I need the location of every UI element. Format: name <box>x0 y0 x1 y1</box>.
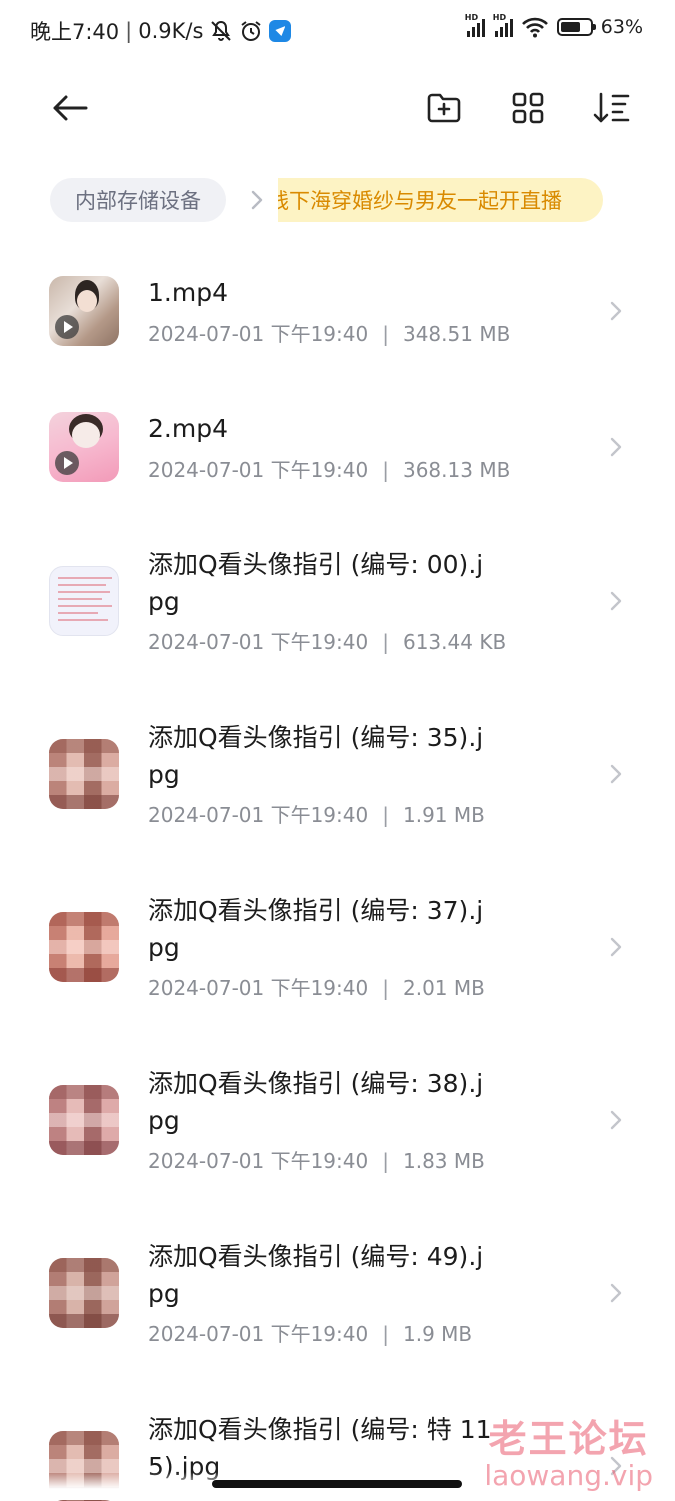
status-bar: 晚上7:40 | 0.9K/s HD HD 63% <box>0 0 675 64</box>
file-name: 添加Q看头像指引 (编号: 49).jpg <box>148 1242 484 1308</box>
breadcrumb-current[interactable]: 线下海穿婚纱与男友一起开直播 <box>278 178 603 222</box>
video-thumbnail <box>49 276 119 346</box>
breadcrumb-current-label: 线下海穿婚纱与男友一起开直播 <box>278 189 562 213</box>
chevron-right-icon <box>610 591 622 611</box>
app-notification-icon <box>269 20 292 42</box>
breadcrumb: 内部存储设备 线下海穿婚纱与男友一起开直播 <box>0 176 675 224</box>
chevron-right-icon <box>610 764 622 784</box>
new-folder-button[interactable] <box>420 84 468 132</box>
list-item[interactable]: 1.mp4 2024-07-01 下午19:40 | 348.51 MB <box>0 266 675 396</box>
divider: | <box>125 19 133 43</box>
status-right: HD HD 63% <box>465 13 643 38</box>
watermark-title: 老王论坛 <box>488 1417 649 1461</box>
new-folder-icon <box>427 93 461 123</box>
list-item[interactable]: 添加Q看头像指引 (编号: 35).jpg 2024-07-01 下午19:40… <box>0 713 675 873</box>
chevron-right-icon <box>610 437 622 457</box>
file-size: 348.51 MB <box>402 322 511 346</box>
mute-icon <box>211 20 232 41</box>
file-name: 添加Q看头像指引 (编号: 35).jpg <box>148 723 484 789</box>
file-date: 2024-07-01 下午19:40 <box>148 322 369 346</box>
back-arrow-icon <box>53 95 88 121</box>
list-item[interactable]: 添加Q看头像指引 (编号: 49).jpg 2024-07-01 下午19:40… <box>0 1232 675 1392</box>
file-size: 1.91 MB <box>402 803 485 827</box>
file-size: 368.13 MB <box>402 458 511 482</box>
file-date: 2024-07-01 下午19:40 <box>148 630 369 654</box>
watermark: 老王论坛 laowang.vip <box>484 1408 653 1492</box>
image-thumbnail <box>49 912 119 982</box>
file-size: 2.01 MB <box>402 976 485 1000</box>
chevron-right-icon <box>610 1283 622 1303</box>
file-name: 1.mp4 <box>148 278 228 307</box>
file-name: 添加Q看头像指引 (编号: 37).jpg <box>148 896 484 962</box>
sort-icon <box>593 92 630 123</box>
image-thumbnail <box>49 1258 119 1328</box>
list-item[interactable]: 添加Q看头像指引 (编号: 37).jpg 2024-07-01 下午19:40… <box>0 886 675 1046</box>
list-item[interactable]: 添加Q看头像指引 (编号: 00).jpg 2024-07-01 下午19:40… <box>0 540 675 700</box>
status-left: 晚上7:40 | 0.9K/s <box>30 16 292 46</box>
signal-icon: HD <box>493 13 513 37</box>
file-date: 2024-07-01 下午19:40 <box>148 803 369 827</box>
hd-label: HD <box>464 13 479 22</box>
clock: 晚上7:40 <box>30 20 120 44</box>
grid-view-button[interactable] <box>504 84 552 132</box>
video-thumbnail <box>49 412 119 482</box>
image-thumbnail <box>49 566 119 636</box>
file-size: 613.44 KB <box>402 630 507 654</box>
file-size: 1.83 MB <box>402 1149 485 1173</box>
hd-label: HD <box>492 13 507 22</box>
file-meta: 2024-07-01 下午19:40 | 1.91 MB <box>148 803 485 827</box>
file-name: 添加Q看头像指引 (编号: 00).jpg <box>148 550 484 616</box>
grid-view-icon <box>512 92 544 124</box>
watermark-url: laowang.vip <box>484 1459 653 1492</box>
file-name: 添加Q看头像指引 (编号: 38).jpg <box>148 1069 484 1135</box>
file-meta: 2024-07-01 下午19:40 | 613.44 KB <box>148 630 507 654</box>
battery-percent: 63% <box>600 16 643 38</box>
chevron-right-icon <box>251 190 263 210</box>
list-item[interactable]: 2.mp4 2024-07-01 下午19:40 | 368.13 MB <box>0 402 675 532</box>
sort-button[interactable] <box>588 84 636 132</box>
file-meta: 2024-07-01 下午19:40 | 348.51 MB <box>148 322 511 346</box>
list-item[interactable]: 添加Q看头像指引 (编号: 38).jpg 2024-07-01 下午19:40… <box>0 1059 675 1219</box>
file-meta: 2024-07-01 下午19:40 | 1.9 MB <box>148 1322 473 1346</box>
play-icon <box>55 315 79 339</box>
network-speed: 0.9K/s <box>138 19 204 43</box>
wifi-icon <box>521 17 548 38</box>
home-indicator[interactable] <box>212 1480 462 1488</box>
file-date: 2024-07-01 下午19:40 <box>148 458 369 482</box>
breadcrumb-root[interactable]: 内部存储设备 <box>50 178 226 222</box>
battery-icon <box>556 18 596 36</box>
chevron-right-icon <box>610 1110 622 1130</box>
alarm-icon <box>241 21 262 41</box>
file-meta: 2024-07-01 下午19:40 | 2.01 MB <box>148 976 485 1000</box>
image-thumbnail <box>49 739 119 809</box>
image-thumbnail <box>49 1085 119 1155</box>
file-date: 2024-07-01 下午19:40 <box>148 1149 369 1173</box>
file-date: 2024-07-01 下午19:40 <box>148 976 369 1000</box>
file-date: 2024-07-01 下午19:40 <box>148 1322 369 1346</box>
file-meta: 2024-07-01 下午19:40 | 368.13 MB <box>148 458 511 482</box>
file-size: 1.9 MB <box>402 1322 473 1346</box>
chevron-right-icon <box>610 301 622 321</box>
signal-icon: HD <box>465 13 485 37</box>
toolbar <box>0 70 675 146</box>
chevron-right-icon <box>610 937 622 957</box>
file-meta: 2024-07-01 下午19:40 | 1.83 MB <box>148 1149 485 1173</box>
file-name: 2.mp4 <box>148 414 228 443</box>
back-button[interactable] <box>46 84 94 132</box>
play-icon <box>55 451 79 475</box>
